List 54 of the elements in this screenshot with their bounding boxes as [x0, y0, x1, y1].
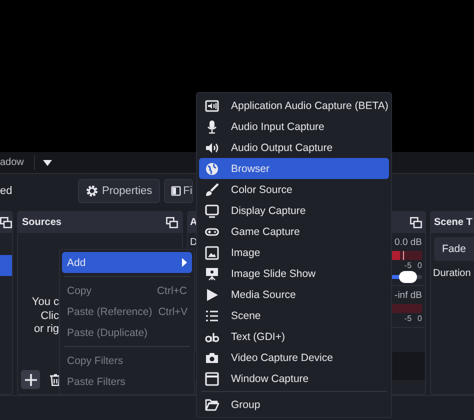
- undock-icon: [410, 216, 422, 228]
- window-icon: [205, 372, 219, 386]
- menu-item[interactable]: Image: [199, 242, 389, 263]
- menu-item[interactable]: Application Audio Capture (BETA): [199, 95, 389, 116]
- mode-dropdown[interactable]: adow: [0, 155, 35, 170]
- status-label: ed: [0, 185, 14, 197]
- add-button[interactable]: [21, 370, 40, 389]
- transition-dropdown[interactable]: Fade: [434, 237, 474, 261]
- scale-label: 0: [418, 261, 422, 270]
- play-icon: [205, 288, 219, 302]
- undock-icon: [166, 216, 178, 228]
- monitor-icon: [205, 204, 219, 218]
- menu-item[interactable]: Group: [199, 394, 389, 415]
- hint-text: You c: [30, 296, 59, 310]
- filters-button[interactable]: Fi: [164, 179, 194, 203]
- menu-item[interactable]: Scene: [199, 305, 389, 326]
- menu-item[interactable]: Window Capture: [199, 368, 389, 389]
- plus-icon: [24, 374, 36, 386]
- scale-label: 0: [418, 314, 422, 323]
- menu-item[interactable]: Add: [62, 252, 192, 273]
- trash-icon: [50, 374, 61, 386]
- hint-text: or rig: [32, 323, 59, 336]
- app-audio-icon: [205, 98, 219, 112]
- menu-item[interactable]: Display Capture: [199, 200, 389, 221]
- microphone-icon: [205, 120, 219, 134]
- scale-label: -5: [404, 261, 412, 270]
- volume-reading: -inf dB: [394, 290, 422, 301]
- panel-title: Sources: [22, 217, 62, 228]
- menu-item[interactable]: Audio Input Capture: [199, 116, 389, 137]
- camera-icon: [205, 350, 219, 364]
- gear-icon: [86, 185, 98, 197]
- menu-item[interactable]: Browser: [199, 158, 389, 179]
- volume-reading: 0.0 dB: [394, 237, 422, 248]
- caret-icon: [43, 160, 52, 166]
- folder-icon: [205, 398, 219, 412]
- scale-label: -5: [404, 314, 412, 323]
- menu-item[interactable]: Audio Output Capture: [199, 137, 389, 158]
- brush-icon: [205, 182, 219, 196]
- slideshow-icon: [205, 266, 219, 280]
- speaker-icon: [205, 140, 219, 154]
- properties-button[interactable]: Properties: [78, 179, 160, 203]
- menu-item[interactable]: Media Source: [199, 284, 389, 305]
- list-icon: [205, 308, 219, 322]
- menu-item[interactable]: Video Capture Device: [199, 347, 389, 368]
- duration-label: Duration: [433, 268, 472, 279]
- menu-item[interactable]: Color Source: [199, 179, 389, 200]
- panel-title: Scene T: [434, 217, 472, 228]
- panel-icon: [171, 186, 182, 196]
- menu-item[interactable]: Game Capture: [199, 221, 389, 242]
- menu-item[interactable]: Image Slide Show: [199, 263, 389, 284]
- globe-icon: [205, 162, 219, 176]
- hint-text: Clic: [40, 310, 59, 323]
- menu-item[interactable]: Text (GDI+): [199, 326, 389, 347]
- image-icon: [205, 246, 219, 260]
